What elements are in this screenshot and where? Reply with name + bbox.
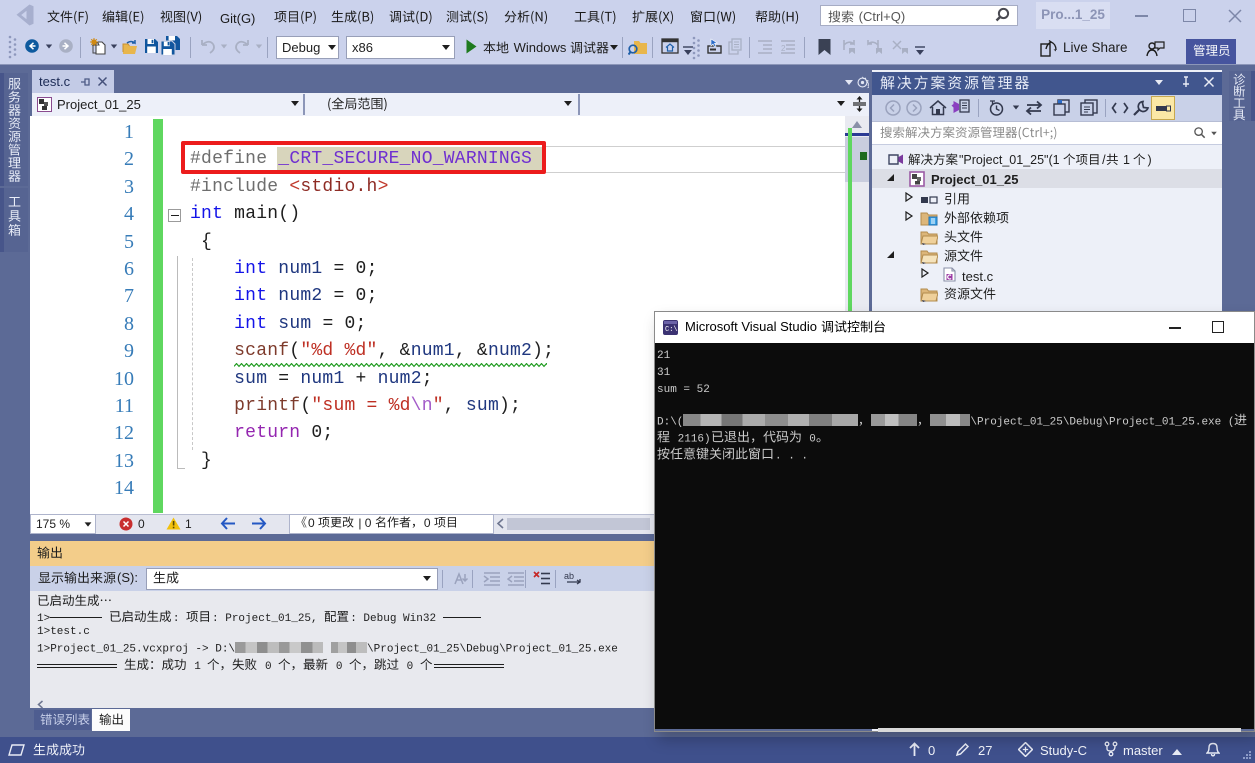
svg-text:C:\: C:\ — [665, 326, 678, 334]
svg-text:2: 2 — [781, 44, 786, 53]
svg-text:ab: ab — [564, 571, 574, 581]
